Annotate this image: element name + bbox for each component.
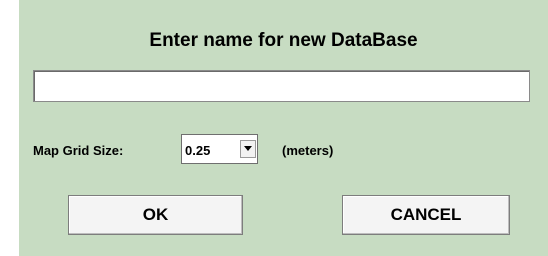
database-name-input[interactable] [33,70,530,102]
new-database-dialog: Enter name for new DataBase Map Grid Siz… [19,0,548,256]
grid-size-units: (meters) [282,143,334,158]
dialog-title: Enter name for new DataBase [149,30,418,51]
grid-size-value: 0.25 [185,143,211,158]
ok-button[interactable]: OK [68,195,243,235]
chevron-down-icon [244,146,252,151]
grid-size-dropdown-button[interactable] [240,140,256,158]
grid-size-select[interactable]: 0.25 [181,134,258,164]
cancel-button[interactable]: CANCEL [342,195,510,235]
grid-size-label: Map Grid Size: [33,143,124,158]
